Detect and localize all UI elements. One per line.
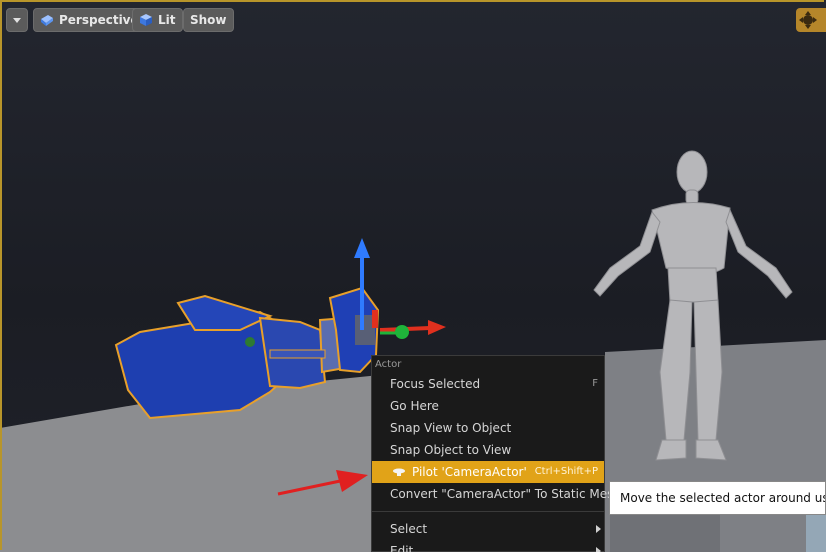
pilot-tooltip: Move the selected actor around using t: [609, 481, 826, 515]
lit-button[interactable]: Lit: [132, 8, 183, 32]
actor-context-menu: Actor Focus Selected F Go Here Snap View…: [371, 355, 621, 552]
transform-mode-button[interactable]: [796, 8, 826, 32]
menu-item-select[interactable]: Select: [372, 518, 604, 540]
menu-item-go-here[interactable]: Go Here: [372, 395, 604, 417]
menu-item-edit[interactable]: Edit: [372, 540, 604, 552]
lit-label: Lit: [158, 13, 176, 27]
chevron-down-icon: [13, 17, 21, 23]
menu-section-actor: Actor: [375, 359, 402, 370]
viewport-options-button[interactable]: [6, 8, 28, 32]
move-arrows-icon: [799, 11, 817, 29]
menu-item-focus-selected[interactable]: Focus Selected F: [372, 373, 604, 395]
submenu-arrow-icon: [596, 525, 601, 533]
pilot-icon: [393, 468, 405, 476]
level-viewport[interactable]: Perspective Lit Show Actor Focus Selecte…: [0, 0, 826, 552]
menu-item-snap-view-to-object[interactable]: Snap View to Object: [372, 417, 604, 439]
show-label: Show: [190, 13, 227, 27]
menu-item-snap-object-to-view[interactable]: Snap Object to View: [372, 439, 604, 461]
show-button[interactable]: Show: [183, 8, 234, 32]
perspective-button[interactable]: Perspective: [33, 8, 146, 32]
perspective-label: Perspective: [59, 13, 139, 27]
perspective-icon: [40, 13, 54, 27]
submenu-arrow-icon: [596, 547, 601, 552]
menu-item-pilot-camera-actor[interactable]: Pilot 'CameraActor' Ctrl+Shift+P: [372, 461, 604, 483]
shortcut-label: F: [592, 378, 598, 389]
menu-separator: [372, 511, 604, 512]
lit-cube-icon: [139, 13, 153, 27]
menu-item-convert-to-static-mesh[interactable]: Convert "CameraActor" To Static Mesh: [372, 483, 621, 505]
shortcut-label: Ctrl+Shift+P: [534, 466, 598, 477]
